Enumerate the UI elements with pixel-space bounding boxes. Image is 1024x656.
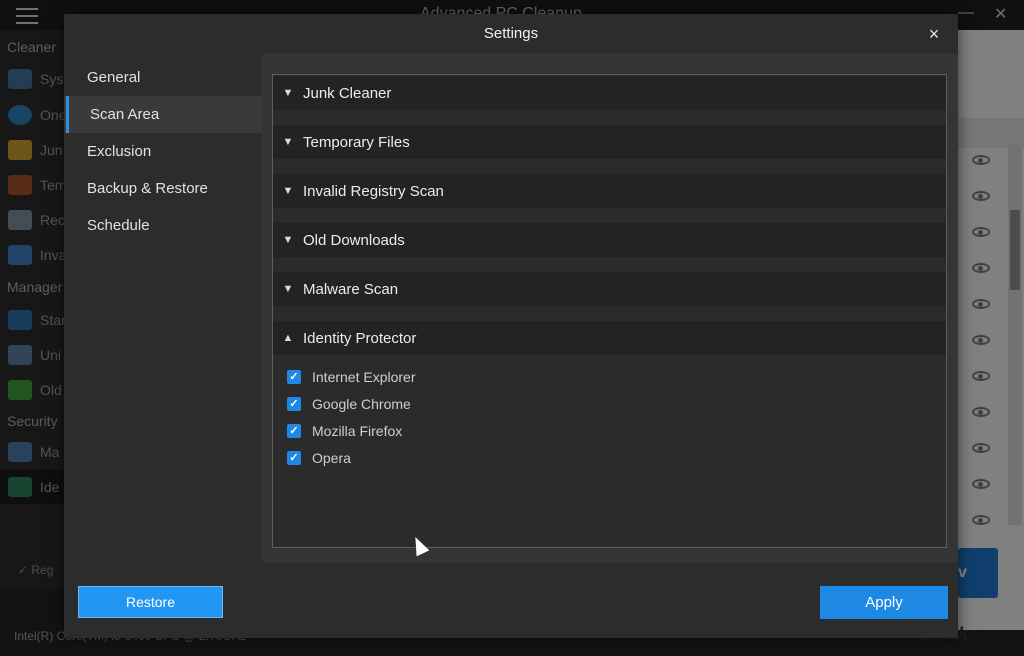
apply-button[interactable]: Apply [820, 586, 948, 619]
nav-item-general[interactable]: General [64, 59, 262, 96]
section-junk-cleaner[interactable]: ▼ Junk Cleaner [273, 76, 946, 110]
settings-nav: General Scan Area Exclusion Backup & Res… [64, 59, 262, 244]
section-malware-scan[interactable]: ▼ Malware Scan [273, 272, 946, 306]
section-invalid-registry[interactable]: ▼ Invalid Registry Scan [273, 174, 946, 208]
section-label: Temporary Files [303, 133, 410, 151]
section-temporary-files[interactable]: ▼ Temporary Files [273, 125, 946, 159]
nav-item-backup-restore[interactable]: Backup & Restore [64, 170, 262, 207]
option-google-chrome[interactable]: ✓ Google Chrome [287, 394, 411, 414]
chevron-down-icon: ▼ [282, 185, 294, 197]
section-old-downloads[interactable]: ▼ Old Downloads [273, 223, 946, 257]
option-opera[interactable]: ✓ Opera [287, 448, 351, 468]
restore-button[interactable]: Restore [78, 586, 223, 618]
section-label: Invalid Registry Scan [303, 182, 444, 200]
checkbox-checked-icon[interactable]: ✓ [287, 370, 301, 384]
checkbox-checked-icon[interactable]: ✓ [287, 424, 301, 438]
section-label: Junk Cleaner [303, 84, 392, 102]
option-label: Google Chrome [312, 396, 411, 412]
chevron-up-icon: ▲ [282, 332, 294, 344]
checkbox-checked-icon[interactable]: ✓ [287, 397, 301, 411]
section-label: Old Downloads [303, 231, 405, 249]
section-label: Malware Scan [303, 280, 399, 298]
scan-area-content: ▼ Junk Cleaner ▼ Temporary Files ▼ Inval… [262, 54, 958, 562]
dialog-title: Settings [483, 25, 539, 42]
scan-area-panel: ▼ Junk Cleaner ▼ Temporary Files ▼ Inval… [272, 74, 947, 548]
checkbox-checked-icon[interactable]: ✓ [287, 451, 301, 465]
chevron-down-icon: ▼ [282, 283, 294, 295]
option-label: Internet Explorer [312, 369, 416, 385]
option-internet-explorer[interactable]: ✓ Internet Explorer [287, 367, 416, 387]
settings-dialog: Settings × General Scan Area Exclusion B… [64, 14, 958, 638]
close-icon[interactable]: × [922, 22, 946, 46]
nav-item-schedule[interactable]: Schedule [64, 207, 262, 244]
nav-item-exclusion[interactable]: Exclusion [64, 133, 262, 170]
option-label: Mozilla Firefox [312, 423, 403, 439]
nav-item-scan-area[interactable]: Scan Area [64, 96, 262, 133]
section-label: Identity Protector [303, 329, 417, 347]
option-label: Opera [312, 450, 351, 466]
chevron-down-icon: ▼ [282, 234, 294, 246]
section-identity-protector[interactable]: ▲ Identity Protector [273, 321, 946, 355]
chevron-down-icon: ▼ [282, 87, 294, 99]
option-mozilla-firefox[interactable]: ✓ Mozilla Firefox [287, 421, 402, 441]
chevron-down-icon: ▼ [282, 136, 294, 148]
